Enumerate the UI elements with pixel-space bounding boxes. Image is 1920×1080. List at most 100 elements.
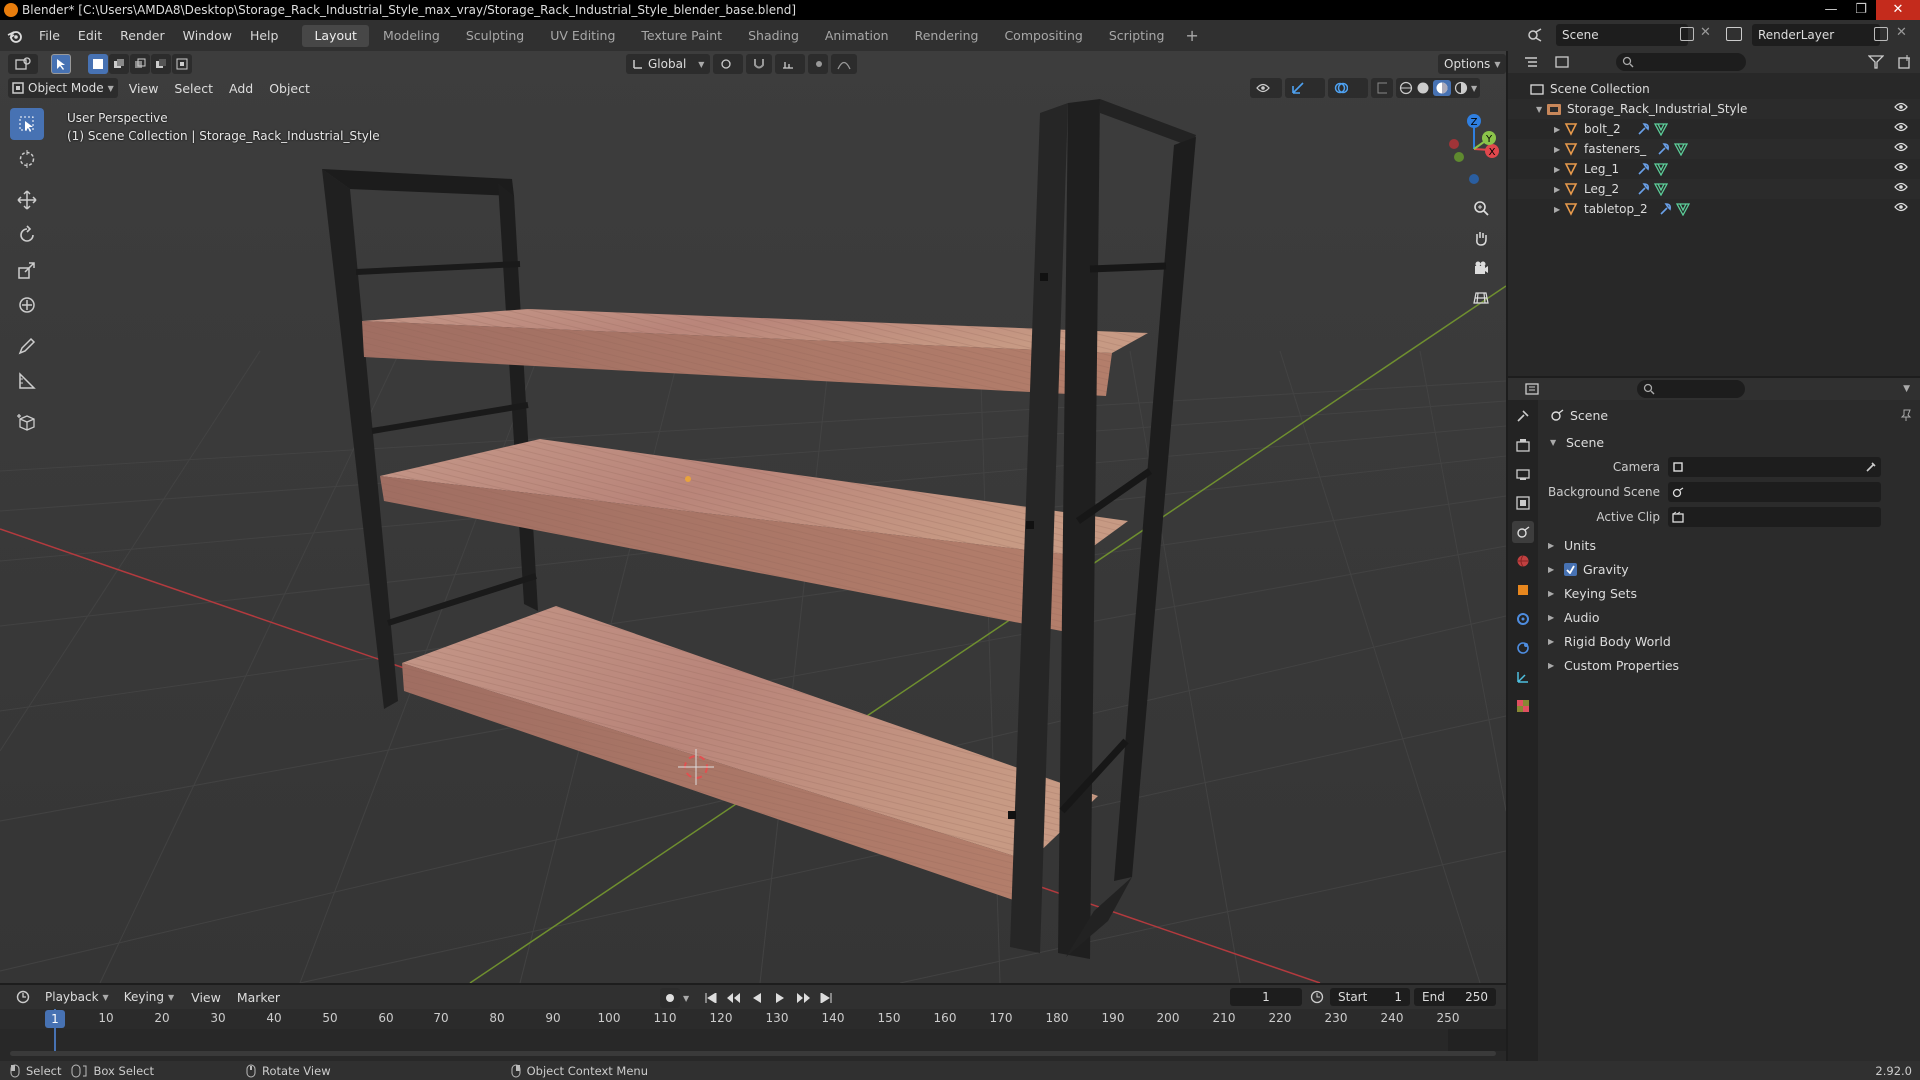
axis-gizmo[interactable]: Z X Y [1436, 109, 1506, 199]
rigid-body-world-panel-header[interactable]: ▶ Rigid Body World [1538, 629, 1920, 653]
material-preview-icon[interactable] [1433, 80, 1451, 96]
overlay-toggle[interactable] [1328, 78, 1368, 98]
xray-toggle[interactable] [1371, 78, 1393, 98]
pan-hand-icon[interactable] [1468, 225, 1494, 251]
outliner-object-row[interactable]: ▶ fasteners_ [1508, 139, 1920, 159]
mode-intersect-icon[interactable] [172, 54, 192, 74]
tab-animation[interactable]: Animation [813, 25, 901, 47]
maximize-icon[interactable]: ❐ [1846, 0, 1876, 20]
object-mode-dropdown[interactable]: Object Mode ▼ [8, 78, 118, 98]
play-icon[interactable] [770, 988, 790, 1008]
delete-view-layer-icon[interactable]: ✕ [1896, 25, 1907, 40]
output-tab-icon[interactable] [1512, 463, 1534, 485]
constraints-tab-icon[interactable] [1512, 666, 1534, 688]
units-panel-header[interactable]: ▶ Units [1538, 533, 1920, 557]
pin-icon[interactable] [1900, 409, 1912, 421]
pivot-point-dropdown[interactable] [713, 54, 744, 74]
outliner-object-row[interactable]: ▶ Leg_1 [1508, 159, 1920, 179]
select-tool-icon[interactable] [51, 54, 71, 74]
menu-object[interactable]: Object [261, 81, 318, 96]
keying-menu[interactable]: Keying ▼ [118, 987, 180, 1007]
gizmo-toggle[interactable] [1285, 78, 1325, 98]
collapse-triangle-icon[interactable]: ▼ [1536, 105, 1546, 114]
tab-modeling[interactable]: Modeling [371, 25, 452, 47]
new-view-layer-icon[interactable] [1874, 27, 1888, 41]
render-tab-icon[interactable] [1512, 434, 1534, 456]
expand-triangle-icon[interactable]: ▶ [1554, 165, 1564, 174]
properties-editor-type-icon[interactable] [1518, 379, 1546, 399]
gravity-panel-header[interactable]: ▶ Gravity [1538, 557, 1920, 581]
perspective-toggle-icon[interactable] [1468, 285, 1494, 311]
camera-field[interactable] [1668, 456, 1881, 477]
object-tab-icon[interactable] [1512, 579, 1534, 601]
expand-triangle-icon[interactable]: ▶ [1554, 125, 1564, 134]
menu-select[interactable]: Select [166, 81, 221, 96]
tool-tab-icon[interactable] [1512, 405, 1534, 427]
eye-icon[interactable] [1894, 202, 1908, 212]
expand-triangle-icon[interactable]: ▶ [1554, 185, 1564, 194]
view-layer-field[interactable]: RenderLayer [1752, 24, 1880, 46]
3d-viewport[interactable]: Global ▼ Options ▼ Object Mode ▼ View Se… [0, 51, 1506, 983]
scene-tab-icon[interactable] [1512, 521, 1534, 543]
outliner-object-row[interactable]: ▶ Leg_2 [1508, 179, 1920, 199]
mode-extend-icon[interactable] [109, 54, 129, 74]
outliner-editor-type-icon[interactable] [1518, 52, 1544, 72]
options-dropdown[interactable]: Options ▼ [1438, 54, 1506, 74]
proportional-falloff-dropdown[interactable] [831, 54, 858, 74]
scene-name-field[interactable]: Scene [1556, 24, 1688, 46]
chevron-down-icon[interactable]: ▼ [1903, 384, 1910, 394]
tab-shading[interactable]: Shading [736, 25, 811, 47]
tab-sculpting[interactable]: Sculpting [454, 25, 536, 47]
tab-compositing[interactable]: Compositing [992, 25, 1094, 47]
tab-texture-paint[interactable]: Texture Paint [629, 25, 734, 47]
new-collection-icon[interactable] [1898, 55, 1912, 72]
add-cube-tool[interactable] [10, 406, 44, 438]
view-layer-tab-icon[interactable] [1512, 492, 1534, 514]
end-frame-field[interactable]: End 250 [1414, 988, 1496, 1006]
close-icon[interactable]: ✕ [1876, 0, 1920, 20]
display-mode-icon[interactable] [1549, 52, 1575, 72]
mode-invert-icon[interactable] [151, 54, 171, 74]
blender-menu-icon[interactable] [0, 20, 30, 51]
chevron-down-icon[interactable]: ▼ [1471, 84, 1477, 93]
prev-keyframe-icon[interactable] [724, 988, 744, 1008]
audio-panel-header[interactable]: ▶ Audio [1538, 605, 1920, 629]
eye-icon[interactable] [1894, 122, 1908, 132]
playhead-frame-label[interactable]: 1 [45, 1010, 65, 1028]
menu-window[interactable]: Window [174, 20, 241, 51]
proportional-edit-toggle[interactable] [808, 54, 829, 74]
snap-target-dropdown[interactable] [775, 54, 806, 74]
tab-uv-editing[interactable]: UV Editing [538, 25, 627, 47]
record-icon[interactable] [660, 988, 680, 1008]
outliner-search-input[interactable] [1616, 53, 1746, 71]
visibility-dropdown[interactable] [1250, 78, 1282, 98]
chevron-down-icon[interactable]: ▼ [683, 994, 689, 1003]
menu-view[interactable]: View [121, 81, 167, 96]
add-workspace-button[interactable]: + [1177, 26, 1206, 45]
editor-type-icon[interactable] [8, 54, 38, 74]
properties-search-input[interactable] [1637, 380, 1745, 398]
scene-panel-header[interactable]: ▼ Scene [1538, 430, 1920, 454]
collection-row[interactable]: ▼ Storage_Rack_Industrial_Style [1508, 99, 1920, 119]
solid-shading-icon[interactable] [1416, 81, 1430, 95]
menu-render[interactable]: Render [111, 20, 174, 51]
timeline-editor-type-icon[interactable] [10, 987, 38, 1007]
menu-edit[interactable]: Edit [69, 20, 111, 51]
menu-file[interactable]: File [30, 20, 69, 51]
transform-orientation-dropdown[interactable]: Global ▼ [626, 54, 711, 74]
jump-start-icon[interactable] [701, 988, 721, 1008]
custom-properties-panel-header[interactable]: ▶ Custom Properties [1538, 653, 1920, 677]
eye-icon[interactable] [1894, 102, 1908, 112]
next-keyframe-icon[interactable] [793, 988, 813, 1008]
snap-toggle[interactable] [746, 54, 773, 74]
tab-layout[interactable]: Layout [302, 24, 369, 47]
move-tool[interactable] [10, 184, 44, 216]
play-reverse-icon[interactable] [747, 988, 767, 1008]
eye-icon[interactable] [1894, 142, 1908, 152]
playback-menu[interactable]: Playback ▼ [39, 987, 115, 1007]
rendered-shading-icon[interactable] [1454, 81, 1468, 95]
start-frame-field[interactable]: Start 1 [1330, 988, 1410, 1006]
tab-rendering[interactable]: Rendering [903, 25, 991, 47]
world-tab-icon[interactable] [1512, 550, 1534, 572]
camera-view-icon[interactable] [1468, 255, 1494, 281]
